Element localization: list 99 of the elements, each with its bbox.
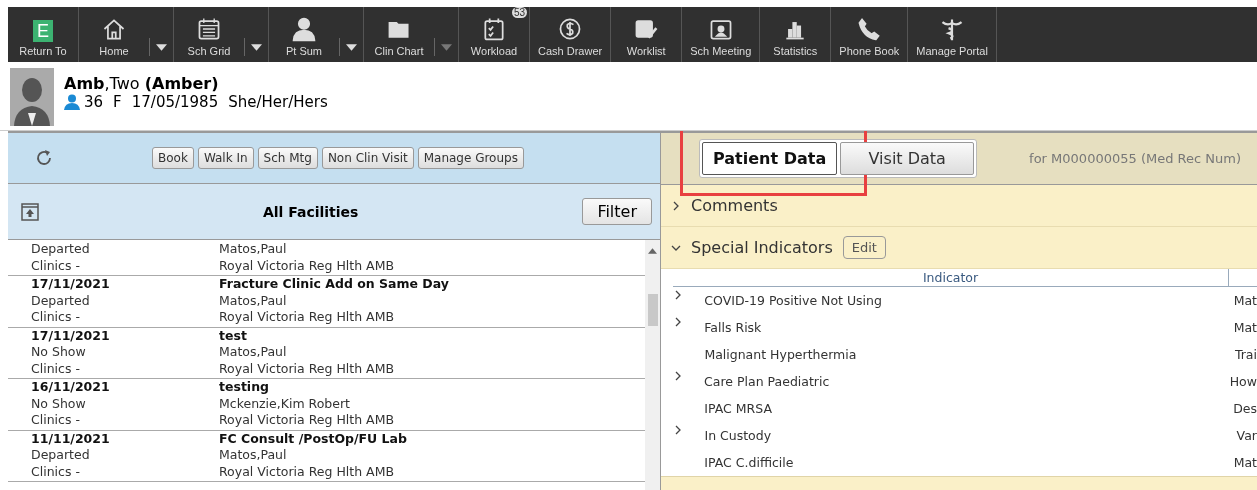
toolbar-button[interactable]: Sch Meeting bbox=[682, 7, 760, 62]
appointment-location: Clinics - bbox=[31, 309, 81, 326]
appointment-status: Departed bbox=[31, 447, 91, 464]
patient-name: Amb,Two (Amber) bbox=[64, 74, 220, 93]
tab[interactable]: Visit Data bbox=[840, 142, 975, 175]
section-title: Special Indicators bbox=[691, 238, 833, 257]
chevron-right-icon[interactable] bbox=[673, 424, 683, 436]
refresh-icon[interactable] bbox=[34, 148, 54, 168]
facility-name: Royal Victoria Reg Hlth AMB bbox=[219, 360, 395, 377]
toolbar-button[interactable]: Phone Book bbox=[831, 7, 908, 62]
appointment-location: Clinics - bbox=[31, 463, 81, 480]
filter-button[interactable]: Filter bbox=[582, 198, 652, 225]
toolbar-button[interactable]: Manage Portal bbox=[908, 7, 996, 62]
provider-name: Matos,Paul bbox=[219, 344, 288, 361]
appointment-row[interactable]: 16/11/2021 testing No Show Mckenzie,Kim Robert Clinics - Royal Victoria Reg Hlth AMB bbox=[8, 379, 645, 431]
facility-title: All Facilities bbox=[261, 203, 360, 220]
toolbar-button[interactable]: Sch Grid bbox=[174, 7, 244, 62]
appointment-status: Departed bbox=[31, 241, 91, 258]
table-cell-text: IPAC C.difficile bbox=[704, 454, 795, 472]
patient-pronouns: She/Her/Hers bbox=[228, 93, 328, 111]
toolbar-button[interactable]: Home bbox=[79, 7, 149, 62]
count-badge: 53 bbox=[511, 7, 527, 18]
appointment-date: 16/11/2021 bbox=[31, 379, 111, 396]
caret-icon bbox=[251, 43, 262, 51]
provider-name: Matos,Paul bbox=[219, 447, 288, 464]
table-cell-text: Des bbox=[1233, 400, 1257, 418]
facility-name: Royal Victoria Reg Hlth AMB bbox=[219, 463, 395, 480]
appointment-location: Clinics - bbox=[31, 360, 81, 377]
appointment-title: FC Consult /PostOp/FU Lab bbox=[219, 430, 408, 447]
table-cell-text: Mat bbox=[1233, 319, 1257, 337]
provider-name: Mckenzie,Kim Robert bbox=[219, 395, 352, 412]
appointment-date: 17/11/2021 bbox=[31, 327, 111, 344]
table-cell-text: Falls Risk bbox=[704, 319, 763, 337]
chevron-right-icon[interactable] bbox=[673, 316, 683, 328]
table-cell-text: Trai bbox=[1234, 346, 1257, 364]
appointment-row[interactable]: 17/11/2021 Fracture Clinic Add on Same Day Departed Matos,Paul Clinics - Royal Victoria Reg Hlth AMB bbox=[8, 276, 645, 328]
patient-dob: 17/05/1985 bbox=[131, 93, 219, 111]
appointment-row[interactable]: Departed Matos,Paul Clinics - Royal Victoria Reg Hlth AMB bbox=[8, 240, 645, 276]
scrollbar[interactable] bbox=[645, 240, 660, 490]
appointment-status: No Show bbox=[31, 395, 87, 412]
record-number: for M000000055 (Med Rec Num) bbox=[1029, 151, 1241, 166]
caret-icon bbox=[346, 43, 357, 51]
toolbar-button[interactable]: Worklist bbox=[611, 7, 682, 62]
patient-age: 36 bbox=[84, 93, 104, 111]
facility-name: Royal Victoria Reg Hlth AMB bbox=[219, 309, 395, 326]
action-button[interactable]: Non Clin Visit bbox=[321, 147, 414, 169]
section-header[interactable]: Comments bbox=[661, 185, 1257, 227]
column-header[interactable]: Indicator bbox=[673, 269, 1229, 286]
scroll-thumb[interactable] bbox=[647, 294, 658, 326]
appointment-title: Fracture Clinic Add on Same Day bbox=[219, 276, 450, 293]
toolbar-button[interactable]: Statistics bbox=[760, 7, 831, 62]
table-cell-text: In Custody bbox=[704, 427, 773, 445]
toolbar-button[interactable]: E Return To bbox=[8, 7, 78, 62]
tab[interactable]: Patient Data bbox=[702, 142, 838, 175]
toolbar-button[interactable]: Pt Sum bbox=[269, 7, 339, 62]
appointment-date: 11/11/2021 bbox=[31, 430, 111, 447]
section-title: Comments bbox=[691, 196, 778, 215]
appointment-title: testing bbox=[219, 379, 270, 396]
table-cell-text: Malignant Hyperthermia bbox=[704, 346, 858, 364]
table-cell-text: Var bbox=[1236, 427, 1257, 445]
appointment-status: Departed bbox=[31, 292, 91, 309]
action-button[interactable]: Book bbox=[152, 147, 194, 169]
facility-name: Royal Victoria Reg Hlth AMB bbox=[219, 412, 395, 429]
appointment-row[interactable]: 17/11/2021 test No Show Matos,Paul Clinics - Royal Victoria Reg Hlth AMB bbox=[8, 327, 645, 379]
table-cell-text: COVID-19 Positive Not Using bbox=[704, 292, 883, 310]
appointment-title: test bbox=[219, 327, 248, 344]
collapse-icon[interactable] bbox=[21, 202, 39, 221]
caret-icon bbox=[441, 43, 452, 51]
action-button[interactable]: Sch Mtg bbox=[257, 147, 318, 169]
toolbar-button[interactable]: Workload 53 bbox=[459, 7, 529, 62]
person-icon bbox=[64, 94, 80, 110]
chevron-right-icon[interactable] bbox=[673, 370, 683, 382]
appointment-row[interactable]: 11/11/2021 FC Consult /PostOp/FU Lab Departed Matos,Paul Clinics - Royal Victoria Reg Hlth AMB bbox=[8, 430, 645, 482]
table-cell-text: How bbox=[1229, 373, 1257, 391]
checklist-icon bbox=[481, 16, 507, 42]
appointment-location: Clinics - bbox=[31, 257, 81, 274]
action-button[interactable]: Walk In bbox=[197, 147, 254, 169]
toolbar-button[interactable]: Cash Drawer bbox=[530, 7, 611, 62]
table-cell-text: Care Plan Paediatric bbox=[704, 373, 831, 391]
caret-icon bbox=[156, 43, 167, 51]
scroll-up-icon[interactable] bbox=[648, 248, 657, 254]
chevron-right-icon[interactable] bbox=[673, 289, 683, 301]
action-button[interactable]: Manage Groups bbox=[417, 147, 524, 169]
patient-sex: F bbox=[113, 93, 122, 111]
table-cell-text: Mat bbox=[1233, 292, 1257, 310]
table-cell-text: IPAC MRSA bbox=[704, 400, 773, 418]
appointment-date: 17/11/2021 bbox=[31, 276, 111, 293]
provider-name: Matos,Paul bbox=[219, 292, 288, 309]
toolbar-button[interactable]: Clin Chart bbox=[364, 7, 434, 62]
calendar-icon bbox=[196, 16, 222, 42]
avatar bbox=[10, 68, 54, 126]
table-cell-text: Mat bbox=[1233, 454, 1257, 472]
appointment-location: Clinics - bbox=[31, 412, 81, 429]
provider-name: Matos,Paul bbox=[219, 241, 288, 258]
facility-name: Royal Victoria Reg Hlth AMB bbox=[219, 257, 395, 274]
appointment-status: No Show bbox=[31, 344, 87, 361]
person-icon bbox=[291, 16, 317, 42]
return-icon: E bbox=[33, 20, 53, 42]
edit-button[interactable]: Edit bbox=[842, 236, 886, 259]
